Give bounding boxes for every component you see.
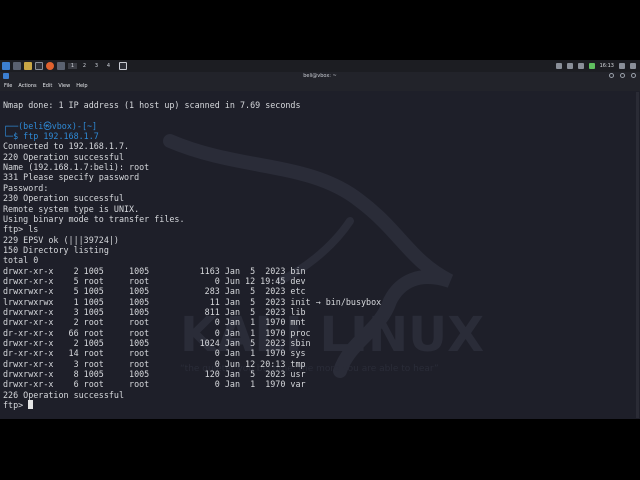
terminal-line-text: └─$ ftp 192.168.1.7 xyxy=(3,131,99,142)
terminal-line: 220 Operation successful xyxy=(3,152,124,163)
terminal-line-text: drwxr-xr-x 2 root root 0 Jan 1 1970 mnt xyxy=(3,317,306,328)
terminal-line: ftp> xyxy=(3,400,34,411)
terminal-line-text: dr-xr-xr-x 66 root root 0 Jan 1 1970 pro… xyxy=(3,327,311,338)
file-manager-icon[interactable] xyxy=(24,62,32,70)
terminal-line-text: Name (192.168.1.7:beli): root xyxy=(3,162,150,173)
terminal-line-text: ftp> ls xyxy=(3,224,39,235)
terminal-line: Remote system type is UNIX. xyxy=(3,204,139,215)
maximize-icon[interactable] xyxy=(620,73,625,78)
terminal-task-icon[interactable] xyxy=(119,62,127,70)
window-titlebar[interactable]: beli@vbox: ~ xyxy=(0,72,640,81)
terminal-line-text: Remote system type is UNIX. xyxy=(3,203,140,214)
menu-file[interactable]: File xyxy=(4,83,12,89)
monitor-icon[interactable] xyxy=(555,63,562,69)
terminal-line-text: Nmap done: 1 IP address (1 host up) scan… xyxy=(3,100,301,110)
terminal-output[interactable]: KALI LINUX “the quieter you become, the … xyxy=(0,91,640,419)
terminal-line: 229 EPSV ok (|||39724|) xyxy=(3,235,119,246)
workspace-3[interactable]: 3 xyxy=(92,63,101,69)
terminal-line: total 0 xyxy=(3,255,38,266)
terminal-line-text: ┌──(beli㉿vbox)-[~] xyxy=(3,120,98,131)
terminal-line-text: dr-xr-xr-x 14 root root 0 Jan 1 1970 sys xyxy=(3,348,306,359)
menu-actions[interactable]: Actions xyxy=(18,83,36,89)
terminal-line-text: 220 Operation successful xyxy=(3,151,125,162)
battery-icon[interactable] xyxy=(588,63,595,69)
terminal-line-text: 229 EPSV ok (|||39724|) xyxy=(3,234,119,245)
frame-top-letterbox xyxy=(0,0,640,60)
terminal-line-text: 226 Operation successful xyxy=(3,389,125,400)
minimize-icon[interactable] xyxy=(609,73,614,78)
terminal-line: └─$ ftp 192.168.1.7 xyxy=(3,131,99,142)
terminal-line: Password: xyxy=(3,183,48,194)
terminal-scrollbar[interactable] xyxy=(636,92,639,418)
terminal-line-text: 150 Directory listing xyxy=(3,244,109,255)
window-controls xyxy=(609,73,636,78)
taskbar-left: 1 2 3 4 xyxy=(2,61,127,71)
notification-icon[interactable] xyxy=(566,63,573,69)
terminal-line-text: Connected to 192.168.1.7. xyxy=(3,141,130,152)
terminal-line: dr-xr-xr-x 14 root root 0 Jan 1 1970 sys xyxy=(3,348,306,359)
terminal-line: Using binary mode to transfer files. xyxy=(3,214,185,225)
firefox-icon[interactable] xyxy=(46,62,54,70)
terminal-line: drwxr-xr-x 3 root root 0 Jun 12 20:13 tm… xyxy=(3,359,306,370)
window-title: beli@vbox: ~ xyxy=(303,73,337,79)
terminal-line-text: drwxr-xr-x 2 1005 1005 1163 Jan 5 2023 b… xyxy=(3,265,306,276)
terminal-line: 331 Please specify password xyxy=(3,172,139,183)
terminal-line: lrwxrwxrwx 1 1005 1005 11 Jan 5 2023 ini… xyxy=(3,297,381,308)
terminal-launcher-icon[interactable] xyxy=(35,62,43,70)
terminal-line: 150 Directory listing xyxy=(3,245,109,256)
terminal-line-text: drwxr-xr-x 5 root root 0 Jun 12 19:45 de… xyxy=(3,275,306,286)
terminal-line: dr-xr-xr-x 66 root root 0 Jan 1 1970 pro… xyxy=(3,328,311,339)
menu-view[interactable]: View xyxy=(58,83,70,89)
close-icon[interactable] xyxy=(631,73,636,78)
terminal-line-text: drwxrwxr-x 3 1005 1005 811 Jan 5 2023 li… xyxy=(3,307,306,317)
menu-help[interactable]: Help xyxy=(76,83,87,89)
frame-bottom-letterbox xyxy=(0,419,640,480)
power-icon[interactable] xyxy=(630,63,636,69)
terminal-line-text: drwxr-xr-x 6 root root 0 Jan 1 1970 var xyxy=(3,379,306,390)
workspace-2[interactable]: 2 xyxy=(80,63,89,69)
system-tray: 16:13 xyxy=(555,61,636,71)
show-desktop-icon[interactable] xyxy=(13,62,21,70)
terminal-line-text: drwxrwxr-x 8 1005 1005 120 Jan 5 2023 us… xyxy=(3,369,306,380)
terminal-line-text: ftp> xyxy=(3,400,29,411)
terminal-line-text: drwxr-xr-x 2 1005 1005 1024 Jan 5 2023 s… xyxy=(3,338,311,349)
terminal-line: drwxrwxr-x 3 1005 1005 811 Jan 5 2023 li… xyxy=(3,307,306,318)
lock-icon[interactable] xyxy=(619,63,625,69)
menu-edit[interactable]: Edit xyxy=(43,83,53,89)
terminal-line: drwxrwxr-x 8 1005 1005 120 Jan 5 2023 us… xyxy=(3,369,306,380)
app-launcher-icon[interactable] xyxy=(57,62,65,70)
terminal-line: drwxr-xr-x 2 1005 1005 1024 Jan 5 2023 s… xyxy=(3,338,311,349)
terminal-line: 230 Operation successful xyxy=(3,193,124,204)
workspace-4[interactable]: 4 xyxy=(104,63,113,69)
text-cursor xyxy=(28,400,34,410)
terminal-line: 226 Operation successful xyxy=(3,390,124,401)
terminal-line: drwxr-xr-x 6 root root 0 Jan 1 1970 var xyxy=(3,379,306,390)
terminal-line-text: Password: xyxy=(3,182,49,193)
menu-bar: File Actions Edit View Help xyxy=(0,81,640,91)
terminal-line-text: 230 Operation successful xyxy=(3,193,125,204)
kali-menu-icon[interactable] xyxy=(2,62,10,70)
terminal-line: Nmap done: 1 IP address (1 host up) scan… xyxy=(3,100,301,111)
terminal-line-text: lrwxrwxrwx 1 1005 1005 11 Jan 5 2023 ini… xyxy=(3,296,382,307)
terminal-line-text: Using binary mode to transfer files. xyxy=(3,213,185,224)
terminal-line: drwxr-xr-x 5 root root 0 Jun 12 19:45 de… xyxy=(3,276,306,287)
terminal-line: Name (192.168.1.7:beli): root xyxy=(3,162,149,173)
terminal-line: ┌──(beli㉿vbox)-[~] xyxy=(3,121,97,132)
network-icon[interactable] xyxy=(577,63,584,69)
terminal-line: drwxr-xr-x 2 1005 1005 1163 Jan 5 2023 b… xyxy=(3,266,306,277)
terminal-line-text: drwxr-xr-x 3 root root 0 Jun 12 20:13 tm… xyxy=(3,358,306,369)
terminal-line: Connected to 192.168.1.7. xyxy=(3,141,129,152)
clock[interactable]: 16:13 xyxy=(600,63,614,69)
terminal-line-text: total 0 xyxy=(3,255,39,266)
terminal-line-text: 331 Please specify password xyxy=(3,172,140,183)
terminal-line: ftp> ls xyxy=(3,224,38,235)
terminal-line: drwxr-xr-x 2 root root 0 Jan 1 1970 mnt xyxy=(3,317,306,328)
workspace-1[interactable]: 1 xyxy=(68,63,77,69)
terminal-line: drwxrwxr-x 5 1005 1005 283 Jan 5 2023 et… xyxy=(3,286,306,297)
terminal-line-text: drwxrwxr-x 5 1005 1005 283 Jan 5 2023 et… xyxy=(3,286,306,297)
